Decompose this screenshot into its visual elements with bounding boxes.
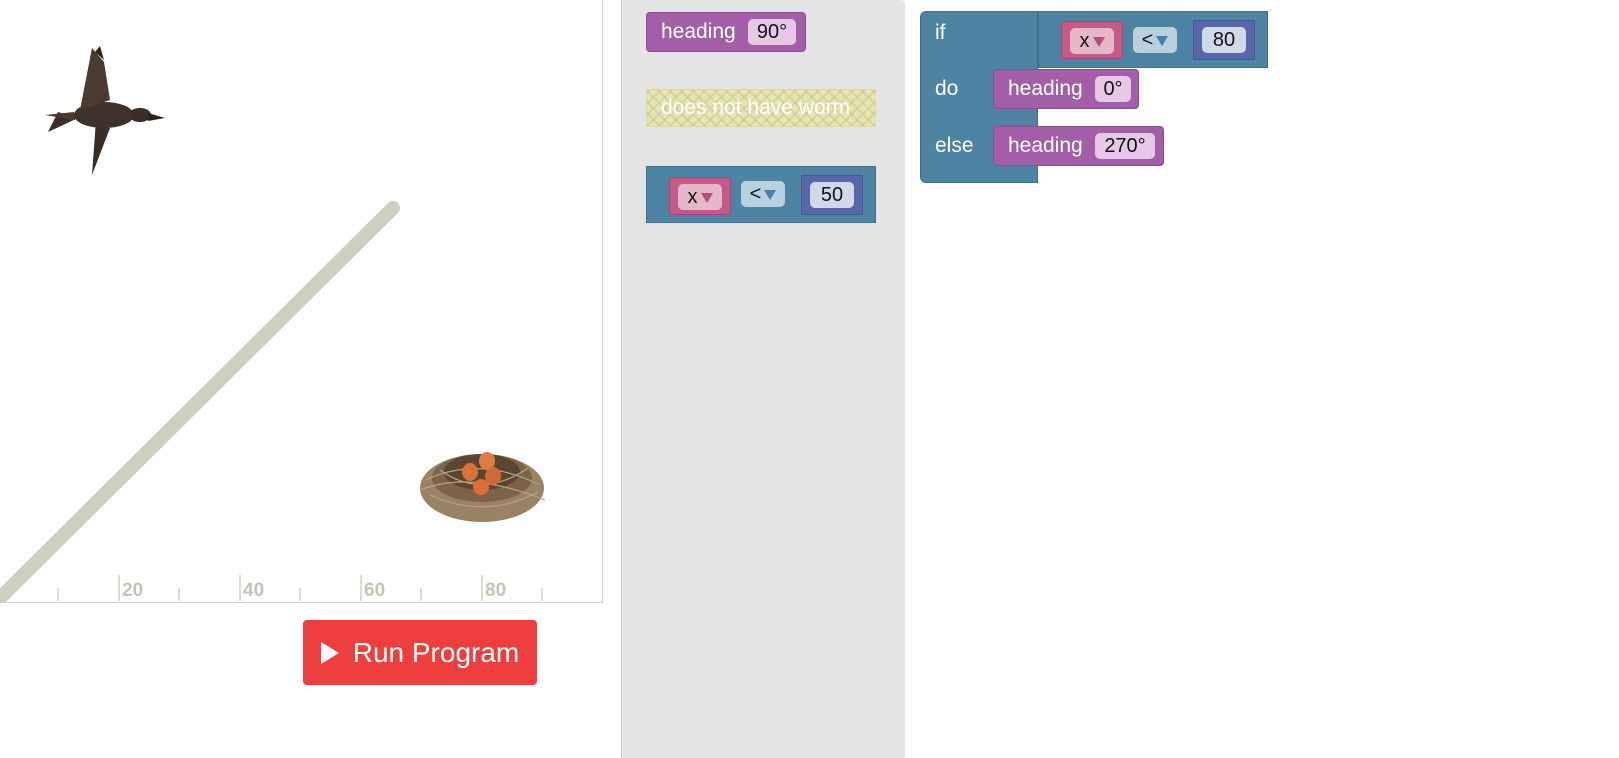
operator-symbol: < xyxy=(1141,29,1154,51)
variable-block[interactable]: x xyxy=(1061,21,1123,59)
heading-value-field[interactable]: 270° xyxy=(1095,133,1155,159)
variable-name: x xyxy=(687,186,698,208)
dropdown-arrow-icon xyxy=(764,189,777,200)
axis-tick-label: 60 xyxy=(364,580,385,601)
axis-tick-label: 20 xyxy=(122,580,143,601)
toolbox-compare-block[interactable]: x < 50 xyxy=(646,166,876,223)
variable-block[interactable]: x xyxy=(669,177,731,215)
number-block[interactable]: 50 xyxy=(801,175,863,215)
variable-dropdown[interactable]: x xyxy=(678,184,722,210)
if-condition-block[interactable]: x < 80 xyxy=(1038,11,1268,68)
stage-canvas: 20 40 60 80 xyxy=(0,46,546,603)
block-label: heading xyxy=(1008,134,1083,157)
duck-flying-icon xyxy=(45,46,165,175)
number-field[interactable]: 50 xyxy=(810,182,854,208)
number-block[interactable]: 80 xyxy=(1193,20,1255,60)
toolbox-heading-block[interactable]: heading 90° xyxy=(646,12,806,52)
variable-dropdown[interactable]: x xyxy=(1070,28,1114,54)
block-label: heading xyxy=(1008,77,1083,100)
dropdown-arrow-icon xyxy=(1156,35,1169,46)
bird-nest-with-eggs-icon xyxy=(419,452,546,522)
block-workspace: if do else x < 80 heading 0° heading 270… xyxy=(905,0,1619,758)
else-label: else xyxy=(935,134,974,157)
toolbox-worm-condition-block[interactable]: does not have worm xyxy=(646,89,876,127)
do-heading-block[interactable]: heading 0° xyxy=(993,69,1139,109)
axis-tick-label: 80 xyxy=(485,580,506,601)
axis-tick-label: 40 xyxy=(243,580,264,601)
block-toolbox: heading 90° does not have worm x < 50 xyxy=(621,0,906,758)
block-label: heading xyxy=(661,20,736,43)
run-program-label: Run Program xyxy=(352,636,520,668)
block-label: does not have worm xyxy=(661,96,851,119)
operator-dropdown[interactable]: < xyxy=(1133,27,1177,53)
game-stage: 20 40 60 80 xyxy=(0,0,603,603)
path-line xyxy=(0,201,400,603)
play-icon xyxy=(320,641,339,664)
else-heading-block[interactable]: heading 270° xyxy=(993,126,1164,166)
number-field[interactable]: 80 xyxy=(1202,27,1246,53)
run-program-button[interactable]: Run Program xyxy=(303,620,537,685)
variable-name: x xyxy=(1079,30,1090,52)
if-label: if xyxy=(935,21,946,44)
do-label: do xyxy=(935,77,959,100)
dropdown-arrow-icon xyxy=(1092,36,1105,47)
heading-value-field[interactable]: 90° xyxy=(748,19,796,45)
operator-symbol: < xyxy=(749,183,762,205)
dropdown-arrow-icon xyxy=(700,192,713,203)
operator-dropdown[interactable]: < xyxy=(741,181,785,207)
heading-value-field[interactable]: 0° xyxy=(1095,76,1131,102)
